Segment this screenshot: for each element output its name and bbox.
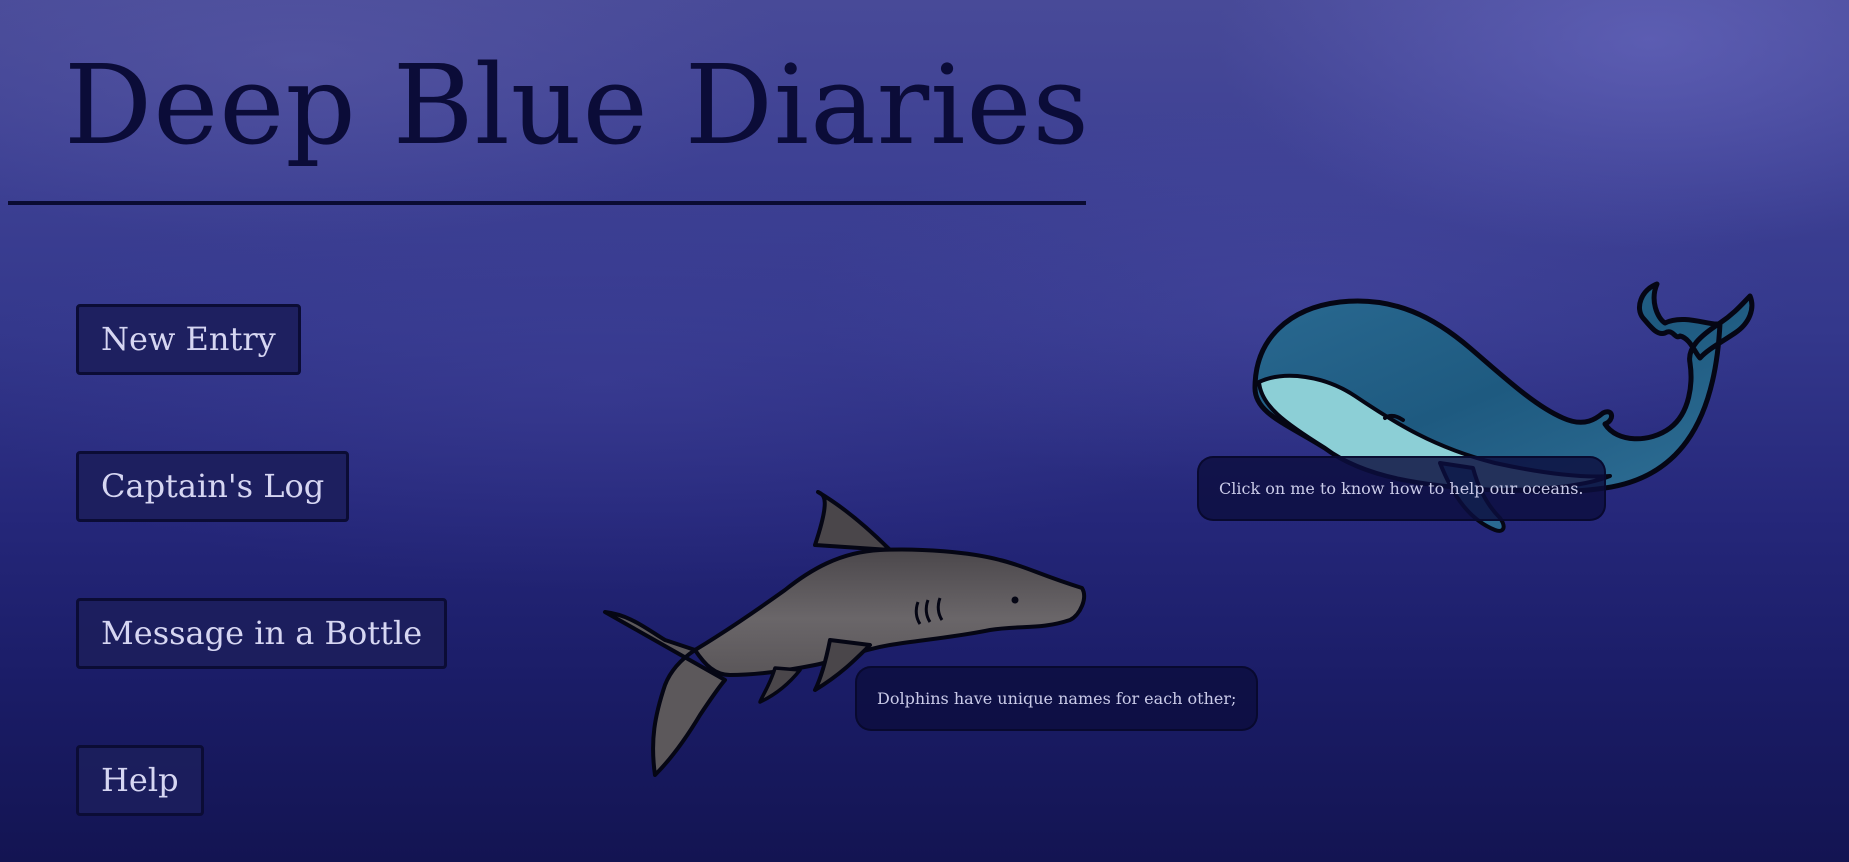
diary-home-page: { "header": { "title": "Deep Blue Diarie…: [0, 0, 1849, 862]
shark-icon[interactable]: [600, 490, 1090, 780]
message-in-a-bottle-button[interactable]: Message in a Bottle: [76, 598, 448, 669]
help-button[interactable]: Help: [76, 745, 204, 816]
captains-log-button[interactable]: Captain's Log: [76, 451, 350, 522]
whale-tooltip: Click on me to know how to help our ocea…: [1197, 456, 1606, 521]
shark-tooltip: Dolphins have unique names for each othe…: [855, 666, 1259, 731]
title-divider: [8, 201, 1086, 205]
new-entry-button[interactable]: New Entry: [76, 304, 301, 375]
page-title: Deep Blue Diaries: [64, 41, 1090, 169]
